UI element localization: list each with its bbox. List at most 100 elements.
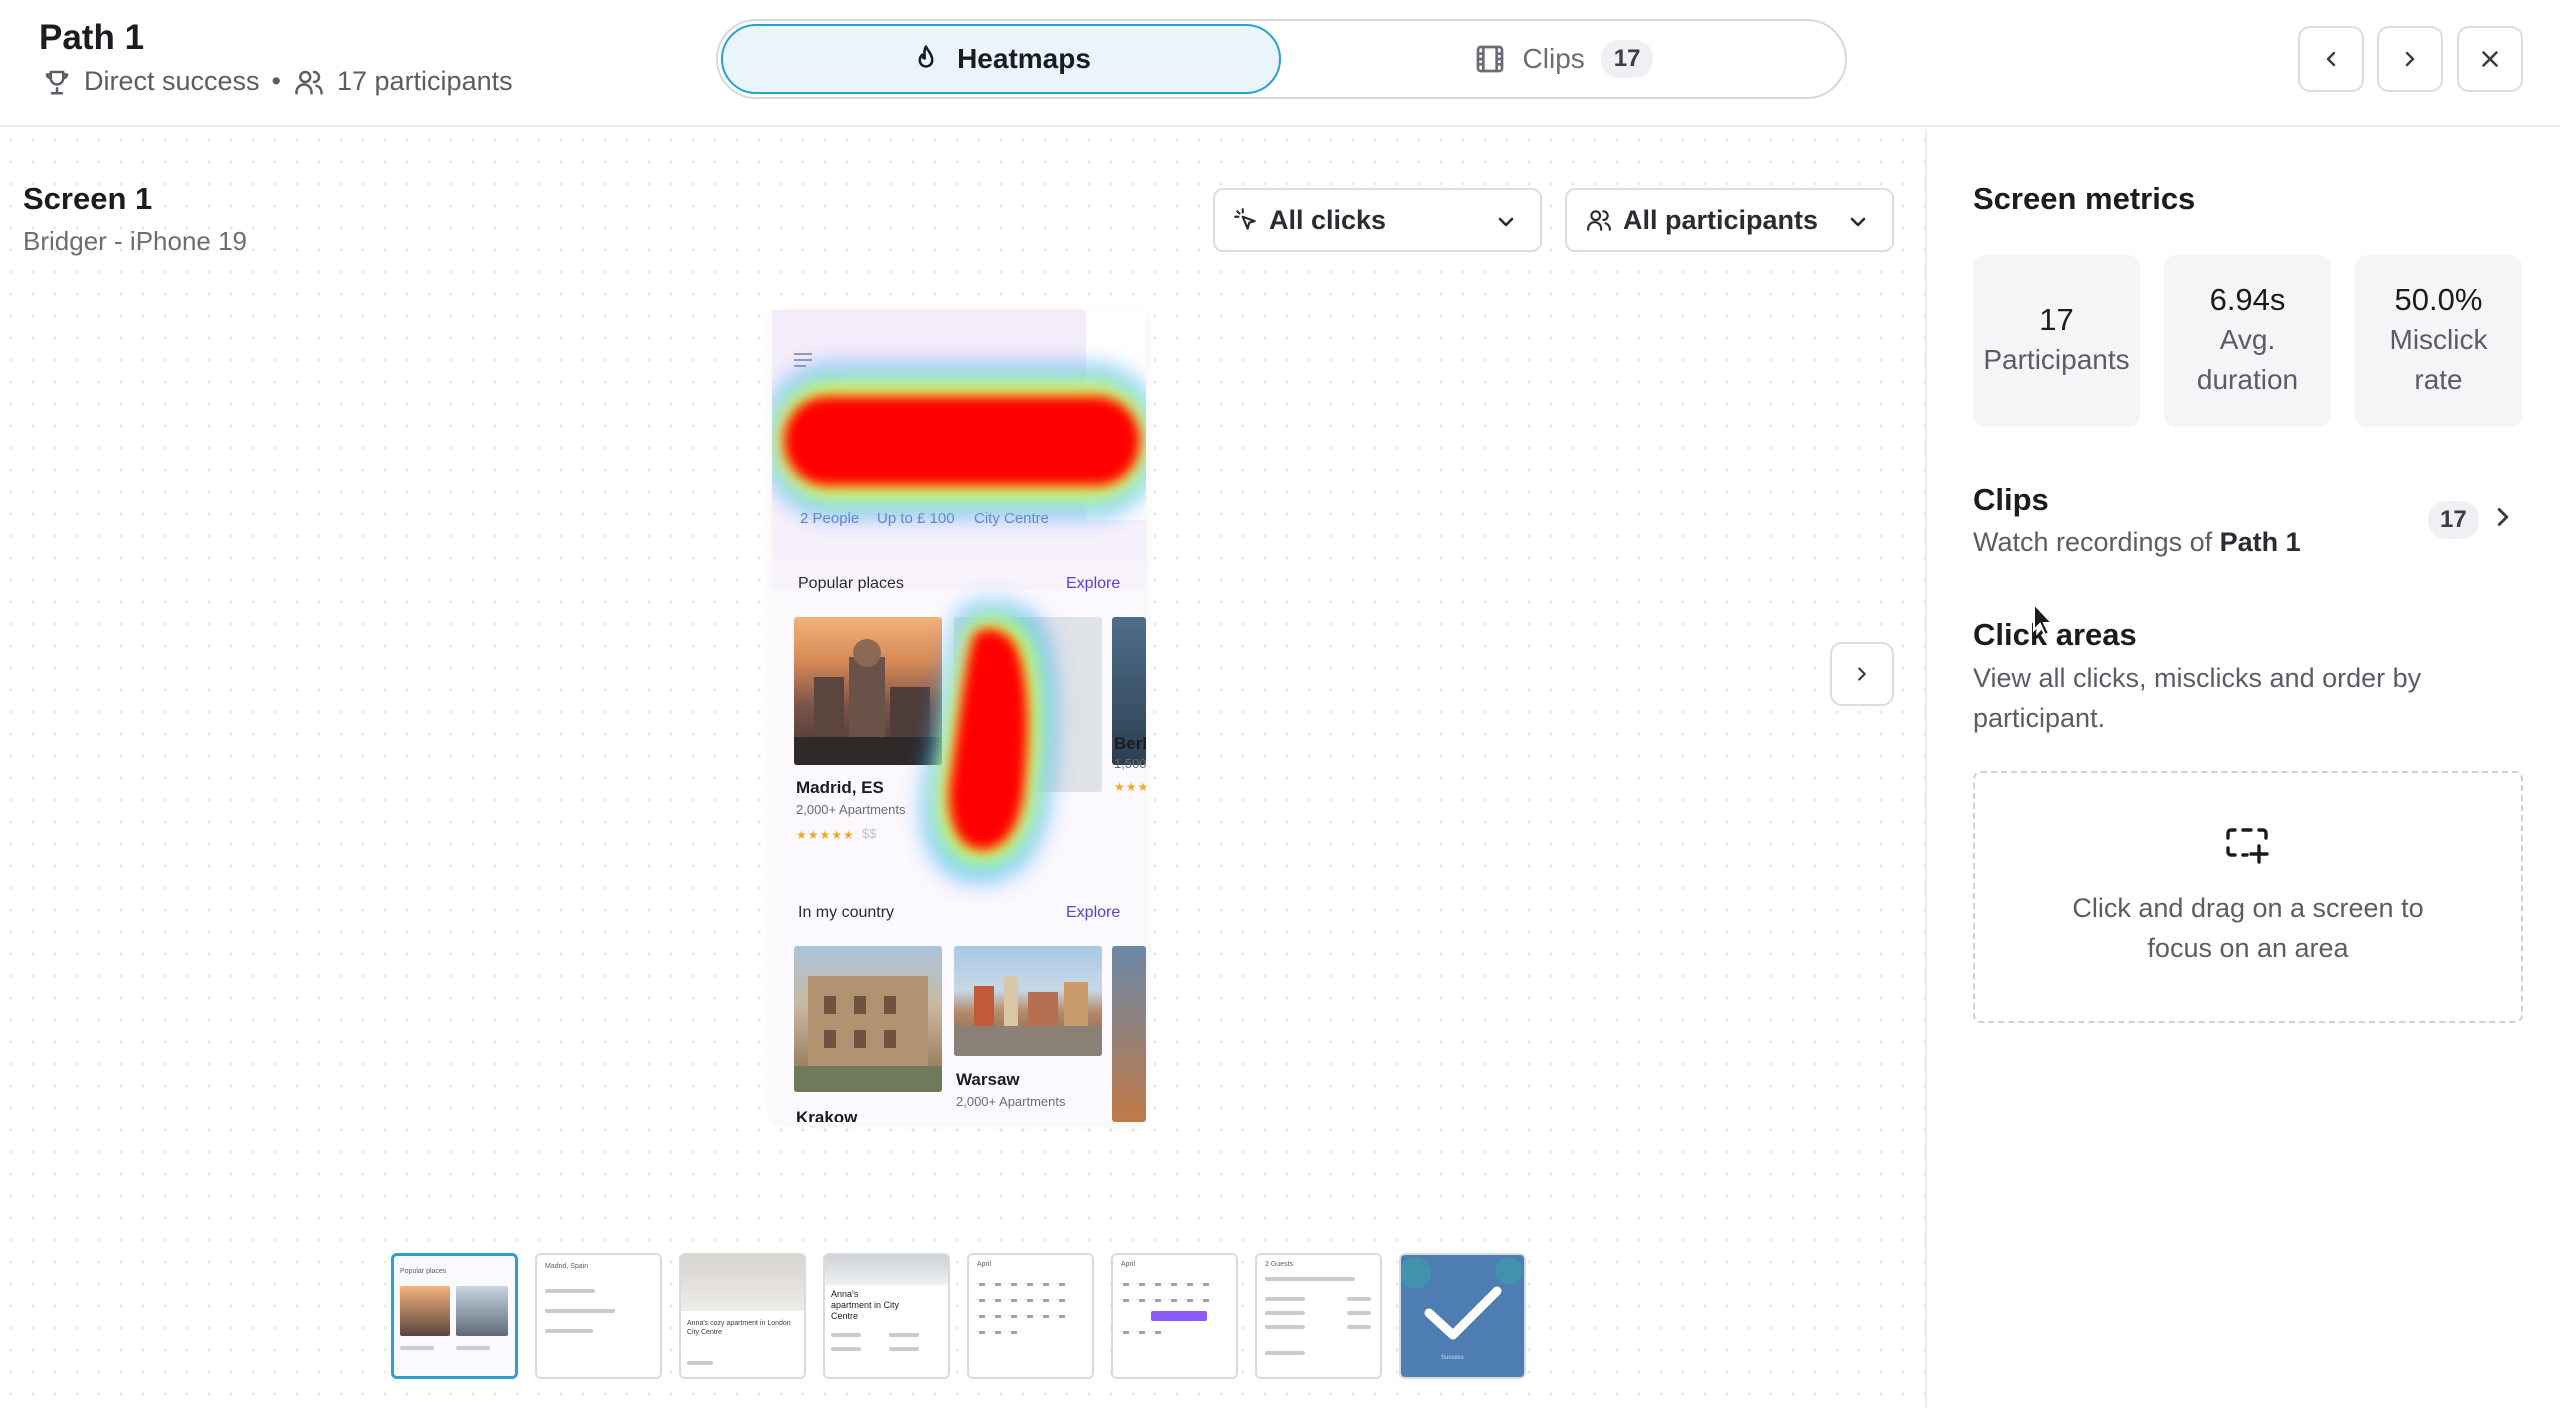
screen-preview[interactable]: 2 People Up to £ 100 City Centre Popular… [772,310,1146,1122]
chevron-down-icon [1498,217,1514,227]
previous-button[interactable] [2298,26,2364,92]
tab-clips[interactable]: Clips 17 [1283,24,1843,94]
in-my-country-heading: In my country [798,904,895,921]
popular-places-heading: Popular places [798,575,904,592]
city-name: Berl [1114,734,1146,753]
screen-thumbnail-2[interactable]: Madrid, Spain [535,1253,662,1379]
screen-title: Screen 1 [23,181,153,216]
city-meta: 2,000+ Apartments [796,802,906,817]
tab-heatmaps-label: Heatmaps [957,43,1091,74]
add-area-icon [2226,828,2269,864]
participants-label: 17 participants [337,66,513,96]
thumb-caption: April [1121,1261,1136,1268]
film-icon [1476,45,1503,73]
calendar-grid [979,1283,1065,1334]
screen-thumbnail-4[interactable]: Anna's apartment in City Centre [823,1253,950,1379]
city-meta: 2,000+ Apartments [956,1094,1066,1109]
filter-chip: 2 People [800,510,860,527]
thumb-caption: Anna's apartment in City Centre [831,1289,900,1321]
path-summary: Direct success • 17 participants [42,66,513,97]
calendar-grid [1123,1283,1209,1334]
clips-description-text: Watch recordings of [1973,527,2213,557]
hamburger-menu-icon [794,353,812,367]
outcome-label: Direct success [84,66,260,96]
next-button[interactable] [2377,26,2443,92]
users-icon [295,70,323,94]
flame-icon [918,45,934,68]
madrid-photo [794,617,942,765]
chevron-right-icon [2497,508,2509,526]
price-level: $$ [862,826,877,841]
city-name: Madrid, ES [796,778,884,797]
thumb-caption: 2 Guests [1265,1261,1294,1268]
warsaw-photo [954,946,1102,1056]
view-switcher: Heatmaps Clips 17 [716,19,1847,99]
city-name: Warsaw [956,1070,1020,1089]
path-title: Path 1 [39,18,145,57]
metric-label: Participants [1983,344,2130,375]
mouse-cursor-icon [2033,602,2055,637]
screen-thumbnail-8[interactable]: Success [1399,1253,1526,1379]
next-screen-button[interactable] [1830,642,1894,706]
city-photo-partial [1112,946,1146,1122]
clicks-filter-label: All clicks [1269,204,1387,235]
screen-subtitle: Bridger - iPhone 19 [23,226,248,256]
close-button[interactable] [2457,26,2523,92]
filter-chip: Up to £ 100 [877,510,955,527]
tab-clips-label: Clips [1522,43,1585,74]
metric-participants: 17 Participants [1973,255,2140,427]
popular-explore-link: Explore [1066,575,1121,592]
thumb-caption: Success [1441,1355,1464,1361]
clips-count-badge: 17 [2428,501,2479,539]
trophy-icon [45,70,69,94]
clips-open-button[interactable] [2488,502,2518,532]
top-bar: Path 1 Direct success • 17 participants … [0,0,2560,127]
chevron-right-icon [1858,667,1866,681]
click-areas-description: View all clicks, misclicks and order by … [1973,663,2422,733]
separator-dot: • [271,66,281,96]
clips-count-badge: 17 [1600,40,1654,78]
side-panel-strip [1086,310,1146,520]
screen-metrics-title: Screen metrics [1973,181,2196,216]
thumb-caption: April [977,1261,992,1268]
close-icon [2482,51,2498,67]
screen-thumbnail-5[interactable]: April [967,1253,1094,1379]
metric-value: 6.94s [2209,282,2286,317]
metric-value: 50.0% [2394,282,2483,317]
clicks-filter-dropdown[interactable]: All clicks [1213,188,1542,252]
metric-avg-duration: 6.94s Avg. duration [2164,255,2331,427]
city-meta: 1,500 [1114,756,1146,771]
krakow-photo [794,946,942,1092]
chevron-left-icon [2326,51,2336,67]
click-area-dropzone[interactable]: Click and drag on a screen to focus on a… [1973,771,2523,1023]
screen-thumbnail-7[interactable]: 2 Guests [1255,1253,1382,1379]
thumb-caption: Madrid, Spain [545,1263,589,1270]
city-name: Krakow [796,1108,858,1122]
country-explore-link: Explore [1066,904,1121,921]
pointer-click-icon [1234,208,1256,230]
panel-divider [1925,129,1927,1408]
dropzone-text: Click and drag on a screen to focus on a… [2072,893,2424,963]
screen-thumbnail-3[interactable]: Anna's cozy apartment in London City Cen… [679,1253,806,1379]
users-icon [1587,210,1611,231]
clips-path-name: Path 1 [2219,527,2301,557]
thumb-caption: Popular places [400,1268,447,1275]
clips-section-title[interactable]: Clips [1973,482,2049,518]
clips-description[interactable]: Watch recordings of Path 1 [1973,522,2301,562]
participants-filter-label: All participants [1623,204,1819,235]
screen-thumbnail-1[interactable]: Popular places [391,1253,518,1379]
screen-thumbnail-6[interactable]: April [1111,1253,1238,1379]
metric-value: 17 [2039,302,2074,337]
london-photo [954,617,1102,792]
chevron-right-icon [2405,51,2415,67]
chevron-down-icon [1850,217,1866,227]
thumb-caption: Anna's cozy apartment in London City Cen… [687,1320,791,1336]
rating-stars: ★★★ [1114,780,1146,794]
participants-filter-dropdown[interactable]: All participants [1565,188,1894,252]
filter-chip: City Centre [974,510,1050,527]
metric-label: Misclick rate [2389,324,2488,395]
rating-stars: ★★★★★ [796,828,855,842]
tab-heatmaps[interactable]: Heatmaps [721,24,1281,94]
metric-misclick-rate: 50.0% Misclick rate [2355,255,2522,427]
metric-label: Avg. duration [2196,324,2299,395]
